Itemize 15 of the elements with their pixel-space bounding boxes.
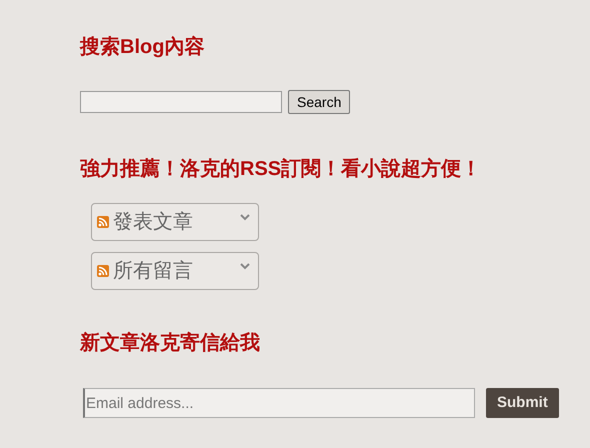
search-field[interactable]	[80, 91, 282, 113]
feed-label: 發表文章	[113, 212, 193, 232]
email-field[interactable]: Email address...	[83, 388, 475, 418]
widget-title: 強力推薦！洛克的RSS訂閱！看小說超方便！	[80, 156, 482, 182]
submit-button[interactable]: Submit	[486, 388, 559, 418]
search-button[interactable]: Search	[288, 90, 350, 114]
widget-title: 搜索Blog內容	[80, 34, 204, 60]
rss-icon	[97, 216, 109, 228]
rss-icon	[97, 265, 109, 277]
feed-label: 所有留言	[113, 261, 193, 281]
feed-dropdown[interactable]: 所有留言	[91, 252, 259, 290]
widget-title: 新文章洛克寄信給我	[80, 330, 260, 356]
chevron-icon	[240, 214, 250, 221]
feed-dropdown[interactable]: 發表文章	[91, 203, 259, 241]
chevron-icon	[240, 263, 250, 270]
